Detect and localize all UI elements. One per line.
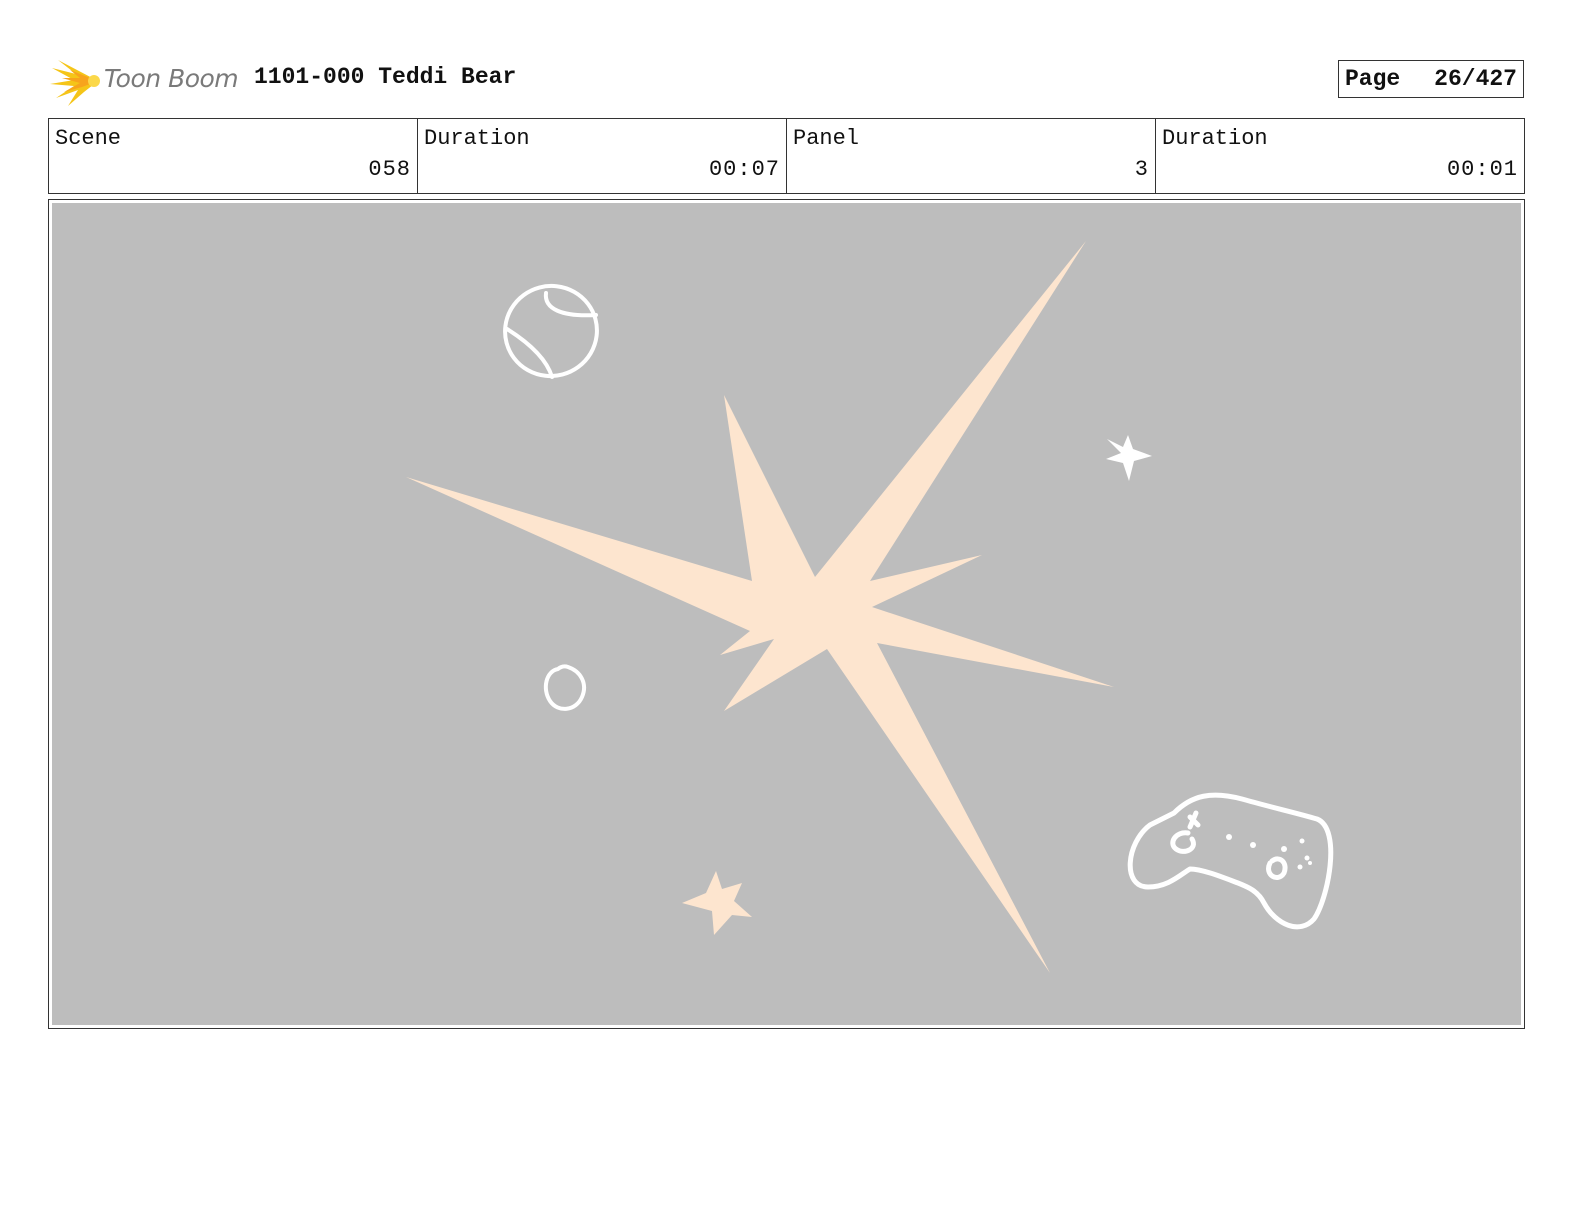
toon-boom-logo-icon <box>50 60 100 106</box>
panel-label: Panel <box>793 126 860 151</box>
storyboard-panel-image <box>52 203 1521 1025</box>
scene-duration-label: Duration <box>424 126 530 151</box>
explosion-burst <box>406 241 1114 973</box>
game-controller-sketch <box>1127 792 1334 930</box>
page-indicator: Page 26/427 <box>1338 60 1524 98</box>
logo-text: Toon Boom <box>104 64 239 93</box>
panel-duration-label: Duration <box>1162 126 1268 151</box>
scene-label: Scene <box>55 126 122 151</box>
scene-duration-cell: Duration 00:07 <box>418 119 787 193</box>
scene-duration-value: 00:07 <box>708 157 780 182</box>
project-title: 1101-000 Teddi Bear <box>254 64 517 90</box>
panel-duration-cell: Duration 00:01 <box>1156 119 1524 193</box>
scene-value: 058 <box>368 157 411 182</box>
circle-sketch <box>543 664 587 711</box>
panel-drawing <box>406 241 1334 973</box>
storyboard-panel-frame <box>48 199 1525 1029</box>
star-sketch-small <box>1106 435 1152 481</box>
panel-cell: Panel 3 <box>787 119 1156 193</box>
panel-duration-value: 00:01 <box>1446 157 1518 182</box>
scene-info-table: Scene 058 Duration 00:07 Panel 3 Duratio… <box>48 118 1525 194</box>
page-number: 26/427 <box>1434 66 1517 92</box>
panel-value: 3 <box>1134 157 1149 182</box>
toon-boom-logo: Toon Boom <box>50 54 240 108</box>
ball-sketch <box>503 283 599 379</box>
scene-cell: Scene 058 <box>49 119 418 193</box>
page-label: Page <box>1345 66 1401 92</box>
star-sketch-peach <box>682 871 752 935</box>
